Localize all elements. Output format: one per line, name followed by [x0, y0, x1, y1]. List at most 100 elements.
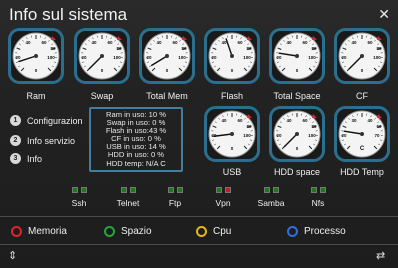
gauge-tick-label: 80	[246, 124, 252, 129]
system-info-window: Info sul sistema ✕ 40 60 80 20 100 0 Ram 40 60…	[0, 0, 398, 268]
menu-item-label: Configurazion	[27, 115, 83, 126]
gauge-tick-label: C	[360, 146, 365, 152]
gauge-tick-label: 20	[15, 55, 21, 60]
status-led	[129, 187, 136, 193]
gauge-usb: 40 60 80 20 100 0	[204, 106, 260, 162]
gauge-tick-label: 80	[50, 46, 56, 51]
legend-label: Cpu	[213, 226, 232, 237]
service-label: Samba	[257, 198, 285, 208]
status-led	[80, 187, 87, 193]
gauge-tick-label: 20	[276, 133, 282, 138]
gauge-tick-label: 100	[47, 55, 55, 60]
gauge-tick-label: 80	[116, 46, 122, 51]
gauge-hub	[165, 54, 169, 58]
service-samba: Samba	[256, 187, 286, 208]
gauge-tick-label: 80	[311, 46, 317, 51]
gauge-label: HDD space	[273, 167, 320, 177]
status-led	[310, 187, 317, 193]
gauge-tick-label: 60	[107, 40, 113, 45]
gauge-tick-label: 100	[373, 55, 381, 60]
gauge-hub	[295, 132, 299, 136]
gauge-tick-label: 100	[308, 55, 316, 60]
status-led	[176, 187, 183, 193]
gauge-tick-label: 100	[113, 55, 121, 60]
gauge-hub	[100, 54, 104, 58]
window-title: Info sul sistema	[9, 5, 128, 24]
gauge-dial: 40 608020 1000	[8, 28, 64, 84]
yellow-button-cpu[interactable]: Cpu	[196, 226, 231, 237]
gauge-label: Swap	[90, 91, 114, 101]
status-led	[263, 187, 270, 193]
service-telnet: Telnet	[113, 187, 143, 208]
gauge-hub	[295, 54, 299, 58]
service-label: Vpn	[215, 198, 231, 208]
legend-label: Processo	[304, 226, 346, 237]
close-icon[interactable]: ✕	[378, 6, 390, 23]
gauge-tick-label: 60	[302, 40, 308, 45]
gauge-tick-label: 40	[156, 40, 162, 45]
gauge-tick-label: 40	[221, 118, 227, 123]
gauge-label: Flash	[220, 91, 243, 101]
gauge-label: HDD Temp	[340, 167, 384, 177]
gauge-label: CF	[356, 91, 368, 101]
service-ssh: Ssh	[64, 187, 94, 208]
menu-number: 1	[10, 115, 21, 126]
gauge-tick-label: 40	[25, 40, 31, 45]
gauge-tick-label: 20	[81, 55, 87, 60]
menu-item-label: Info	[27, 153, 43, 164]
status-led	[224, 187, 231, 193]
status-led	[215, 187, 222, 193]
green-button-spazio[interactable]: Spazio	[104, 226, 152, 237]
gauge-dial: 30 4050 20 70 C	[334, 106, 390, 162]
status-led	[120, 187, 127, 193]
swap-arrows-icon[interactable]: ⇄	[376, 249, 385, 262]
gauge-hub	[34, 54, 38, 58]
gauge-dial: 40 608020 1000	[139, 28, 195, 84]
gauge-label: USB	[222, 167, 242, 177]
service-label: Ssh	[71, 198, 87, 208]
blue-circle-icon	[287, 226, 298, 237]
gauge-tick-label: 20	[341, 55, 347, 60]
gauge-dial: 40 608020 1000	[269, 28, 325, 84]
service-vpn: Vpn	[208, 187, 238, 208]
menu-item-configurazione[interactable]: 1 Configurazion	[10, 115, 83, 126]
gauge-tick-label: 20	[276, 55, 282, 60]
gauge-tick-label: 20	[211, 55, 217, 60]
gauge-tick-label: 100	[178, 55, 186, 60]
up-down-arrows-icon[interactable]: ⇕	[8, 249, 17, 262]
gauge-label: Total Mem	[146, 91, 188, 101]
legend-label: Memoria	[28, 226, 67, 237]
gauge-tick-label: 80	[376, 46, 382, 51]
gauge-tick-label: 20	[341, 133, 347, 138]
service-label: Ftp	[168, 198, 182, 208]
gauge-tick-label: 60	[367, 40, 373, 45]
service-ftp: Ftp	[160, 187, 190, 208]
gauge-swap: 40 60 80 20 100 0	[74, 28, 130, 84]
divider	[0, 244, 398, 245]
info-line: HDD temp: N/A C	[106, 158, 166, 168]
service-label: Nfs	[311, 198, 325, 208]
blue-button-processo[interactable]: Processo	[287, 226, 346, 237]
gauge-tick-label: 100	[243, 55, 251, 60]
gauge-hub	[230, 54, 234, 58]
gauge-tick-label: 40	[91, 40, 97, 45]
gauge-label: Total Space	[273, 91, 321, 101]
gauge-total-mem: 40 60 80 20 100 0	[139, 28, 195, 84]
gauge-tick-label: 40	[367, 118, 373, 123]
menu-item-info-servizio[interactable]: 2 Info servizio	[10, 135, 75, 146]
gauge-dial: 40 608020 1000	[204, 106, 260, 162]
gauge-hdd-space: 40 60 80 20 100 0	[269, 106, 325, 162]
gauge-tick-label: 60	[302, 118, 308, 123]
gauge-hub	[360, 132, 364, 136]
gauge-tick-label: 30	[351, 118, 357, 123]
gauge-hub	[230, 132, 234, 136]
divider	[0, 216, 398, 217]
gauge-hdd-temp: 30 40 50 20 70 C	[334, 106, 390, 162]
menu-item-info[interactable]: 3 Info	[10, 153, 42, 164]
status-led	[272, 187, 279, 193]
green-circle-icon	[104, 226, 115, 237]
gauge-hub	[360, 54, 364, 58]
red-circle-icon	[11, 226, 22, 237]
red-button-memoria[interactable]: Memoria	[11, 226, 67, 237]
menu-number: 3	[10, 153, 21, 164]
